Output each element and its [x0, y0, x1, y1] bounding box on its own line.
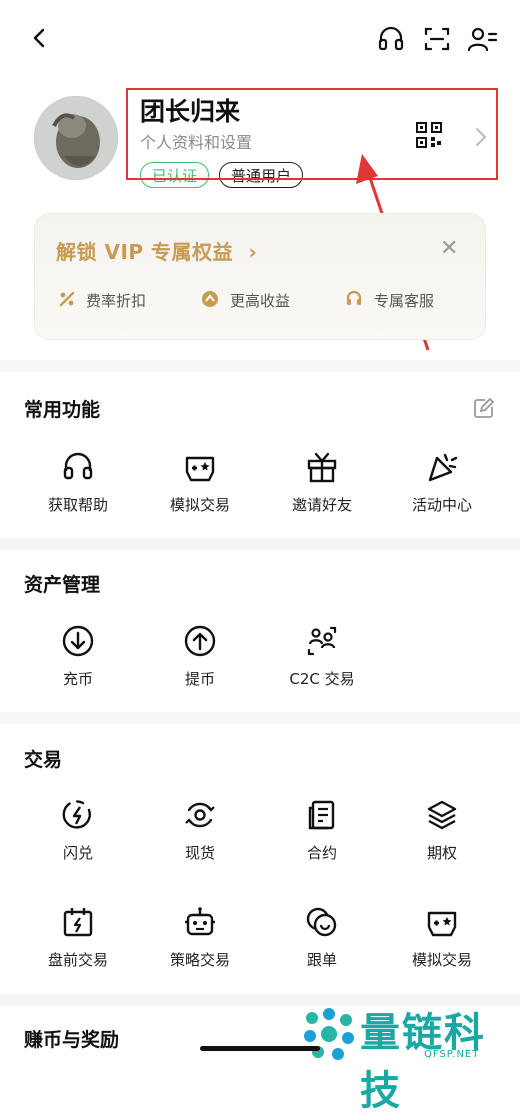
vip-title[interactable]: 解锁 VIP 专属权益 ›: [56, 236, 257, 265]
watermark-logo-icon: [300, 1004, 358, 1066]
flash-convert-icon: [61, 798, 95, 832]
robot-icon: [183, 905, 217, 939]
divider: [0, 538, 520, 550]
copy-trading-icon: [305, 905, 339, 939]
headset-icon[interactable]: [376, 24, 406, 54]
scan-icon[interactable]: [422, 24, 452, 54]
divider: [0, 712, 520, 724]
vip-benefit-fee: 费率折扣: [86, 292, 147, 310]
grid-item-demo-trading-2[interactable]: 模拟交易: [382, 905, 502, 970]
grid-item-withdraw[interactable]: 提币: [140, 624, 260, 689]
grid-item-invite[interactable]: 邀请好友: [262, 450, 382, 515]
spot-icon: [183, 798, 217, 832]
vip-benefit-yield: 更高收益: [230, 292, 291, 310]
avatar[interactable]: [34, 96, 118, 180]
grid-item-deposit[interactable]: 充币: [18, 624, 138, 689]
watermark-subtext: QFSP.NET: [424, 1049, 480, 1060]
contract-icon: [305, 798, 339, 832]
grid-item-spot[interactable]: 现货: [140, 798, 260, 863]
c2c-exchange-icon: [305, 624, 339, 658]
premarket-icon: [61, 905, 95, 939]
grid-item-strategy[interactable]: 策略交易: [140, 905, 260, 970]
yield-icon: [201, 290, 219, 308]
grid-item-events[interactable]: 活动中心: [382, 450, 502, 515]
grid-item-premarket[interactable]: 盘前交易: [18, 905, 138, 970]
edit-icon[interactable]: [472, 396, 496, 420]
back-icon[interactable]: [28, 26, 52, 50]
top-bar: [0, 0, 520, 80]
grid-item-futures[interactable]: 合约: [262, 798, 382, 863]
headset-icon: [61, 450, 95, 484]
demo-trading-icon: [425, 905, 459, 939]
grid-item-help[interactable]: 获取帮助: [18, 450, 138, 515]
close-icon[interactable]: ✕: [440, 236, 458, 261]
demo-trading-icon: [183, 450, 217, 484]
annotation-highlight-box: [126, 88, 498, 180]
gift-icon: [305, 450, 339, 484]
grid-item-options[interactable]: 期权: [382, 798, 502, 863]
section-title-trade: 交易: [24, 749, 63, 771]
vip-benefit-support: 专属客服: [374, 292, 435, 310]
percent-icon: [58, 290, 76, 308]
grid-item-demo-trading[interactable]: 模拟交易: [140, 450, 260, 515]
grid-item-convert[interactable]: 闪兑: [18, 798, 138, 863]
divider: [0, 360, 520, 372]
section-title-assets: 资产管理: [24, 574, 101, 596]
party-popper-icon: [425, 450, 459, 484]
section-title-common: 常用功能: [24, 399, 101, 421]
section-title-earn: 赚币与奖励: [24, 1029, 120, 1051]
grid-item-c2c[interactable]: C2C 交易: [262, 624, 382, 689]
chevron-right-icon: ›: [248, 240, 258, 264]
withdraw-icon: [183, 624, 217, 658]
vip-card[interactable]: [34, 213, 486, 340]
grid-item-copy-trading[interactable]: 跟单: [262, 905, 382, 970]
deposit-icon: [61, 624, 95, 658]
layers-icon: [425, 798, 459, 832]
support-icon: [345, 290, 363, 308]
home-indicator: [200, 1046, 320, 1051]
switch-account-icon[interactable]: [466, 24, 498, 54]
